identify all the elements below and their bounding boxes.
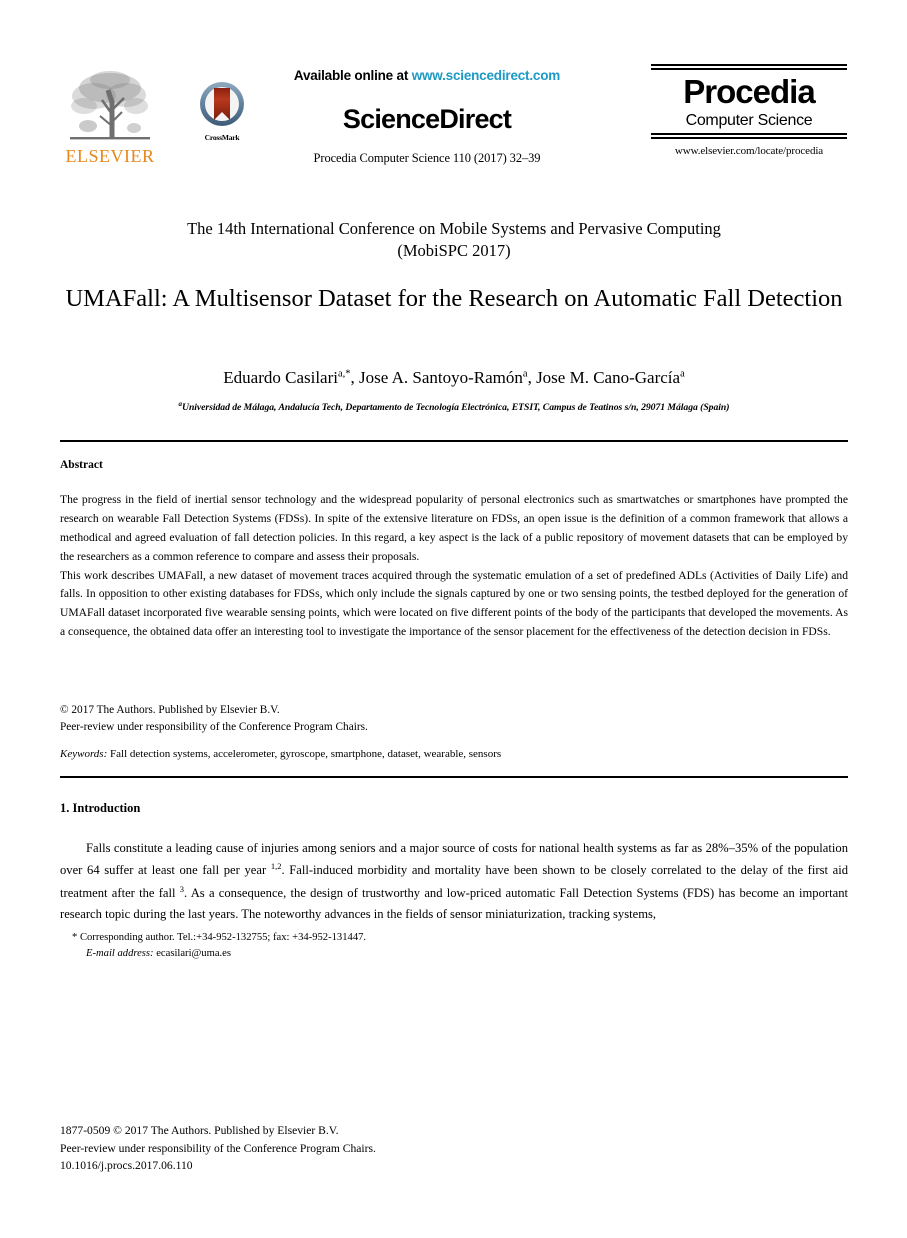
procedia-rule-top xyxy=(651,64,847,70)
abstract-paragraph-1: The progress in the field of inertial se… xyxy=(60,493,848,563)
procedia-rule-bottom xyxy=(651,132,847,139)
elsevier-logo: ELSEVIER xyxy=(62,68,158,165)
crossmark-logo[interactable]: CrossMark xyxy=(190,80,254,142)
section-heading-introduction: 1. Introduction xyxy=(60,801,141,815)
paper-page: ELSEVIER CrossMark Available online at w… xyxy=(0,0,907,1238)
introduction-body: Falls constitute a leading cause of inju… xyxy=(60,841,848,921)
abstract-paragraph-2: This work describes UMAFall, a new datas… xyxy=(60,568,848,639)
keywords-line: Keywords: Fall detection systems, accele… xyxy=(60,748,848,760)
author-list: Eduardo Casilaria,*, Jose A. Santoyo-Ram… xyxy=(223,368,685,387)
copyright-line-1: © 2017 The Authors. Published by Elsevie… xyxy=(60,704,280,716)
conference-title: The 14th International Conference on Mob… xyxy=(60,218,848,263)
procedia-logo: Procedia Computer Science www.elsevier.c… xyxy=(651,64,847,157)
conference-title-line1: The 14th International Conference on Mob… xyxy=(187,219,721,238)
footnote-block: * Corresponding author. Tel.:+34-952-132… xyxy=(72,930,672,963)
email-address[interactable]: ecasilari@uma.es xyxy=(156,948,231,959)
journal-header: ELSEVIER CrossMark Available online at w… xyxy=(0,60,907,205)
copyright-block: © 2017 The Authors. Published by Elsevie… xyxy=(60,702,848,735)
abstract-rule-bottom xyxy=(60,776,848,778)
abstract-heading: Abstract xyxy=(60,459,103,471)
conference-title-line2: (MobiSPC 2017) xyxy=(397,241,511,261)
email-note: E-mail address: ecasilari@uma.es xyxy=(72,946,672,962)
elsevier-wordmark: ELSEVIER xyxy=(65,146,155,166)
journal-reference: Procedia Computer Science 110 (2017) 32–… xyxy=(313,151,541,165)
footer-doi: 10.1016/j.procs.2017.06.110 xyxy=(60,1159,193,1173)
sciencedirect-url[interactable]: www.sciencedirect.com xyxy=(412,68,561,83)
corresponding-author-note: * Corresponding author. Tel.:+34-952-132… xyxy=(72,932,367,943)
peer-review-line: Peer-review under responsibility of the … xyxy=(60,720,368,733)
paper-title: UMAFall: A Multisensor Dataset for the R… xyxy=(65,285,843,312)
affiliation: aUniversidad de Málaga, Andalucía Tech, … xyxy=(60,400,848,413)
crossmark-label: CrossMark xyxy=(204,133,240,142)
available-online-line: Available online at www.sciencedirect.co… xyxy=(262,68,592,83)
procedia-url[interactable]: www.elsevier.com/locate/procedia xyxy=(651,145,847,157)
abstract-rule-top xyxy=(60,440,848,442)
footer-issn-copyright: 1877-0509 © 2017 The Authors. Published … xyxy=(60,1124,339,1137)
email-label: E-mail address: xyxy=(86,948,154,960)
procedia-subtitle: Computer Science xyxy=(685,111,813,129)
abstract-body: The progress in the field of inertial se… xyxy=(60,491,848,642)
crossmark-icon xyxy=(200,82,244,126)
available-online-prefix: Available online at xyxy=(293,68,412,83)
footer-peer-review: Peer-review under responsibility of the … xyxy=(60,1141,376,1155)
sciencedirect-wordmark: ScienceDirect xyxy=(342,104,512,134)
procedia-title: Procedia xyxy=(683,73,815,110)
sciencedirect-block: Available online at www.sciencedirect.co… xyxy=(262,68,592,166)
page-footer: 1877-0509 © 2017 The Authors. Published … xyxy=(60,1122,760,1175)
elsevier-tree-icon xyxy=(70,71,150,140)
keywords-values: Fall detection systems, accelerometer, g… xyxy=(110,748,502,760)
keywords-label: Keywords: xyxy=(60,748,108,760)
affiliation-text: Universidad de Málaga, Andalucía Tech, D… xyxy=(182,402,730,414)
